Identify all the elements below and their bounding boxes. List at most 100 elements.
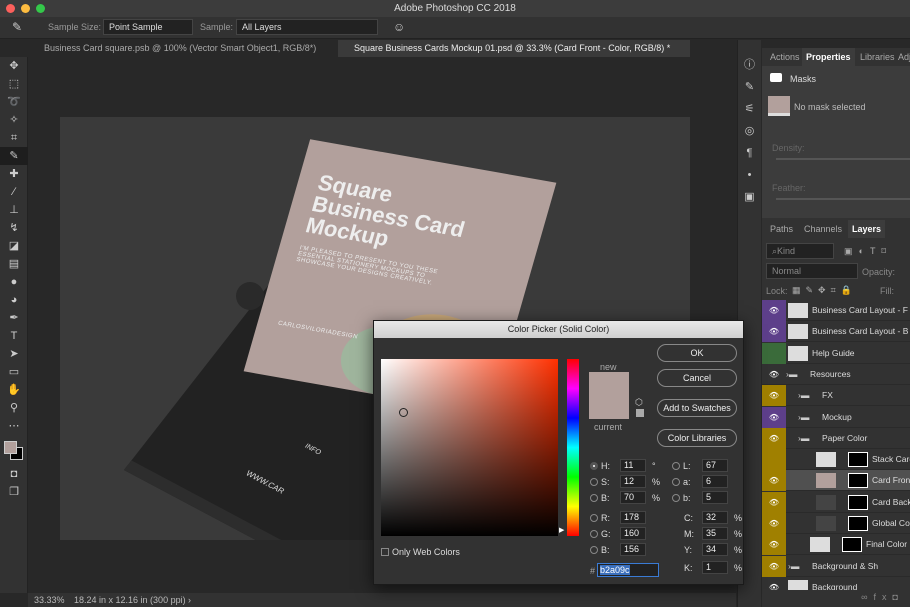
layer-row[interactable]: 👁 Final Color xyxy=(762,534,910,556)
eye-icon[interactable]: 👁 xyxy=(762,321,786,343)
marquee-tool-icon[interactable]: ⬚ xyxy=(0,75,28,93)
layer-row[interactable]: 👁 Card Back xyxy=(762,491,910,513)
sample-size-select[interactable]: Point Sample xyxy=(103,19,193,35)
color-field-cursor[interactable] xyxy=(399,408,408,417)
blend-mode-select[interactable]: Normal xyxy=(766,263,858,279)
folder-icon[interactable]: ›▬ xyxy=(788,561,799,571)
layer-filter-select[interactable]: ⌕Kind xyxy=(766,243,834,259)
feather-slider[interactable] xyxy=(776,198,910,200)
field-label-m[interactable]: M: xyxy=(672,529,694,539)
eye-icon[interactable]: 👁 xyxy=(762,534,786,556)
layer-mask-thumbnail[interactable] xyxy=(848,516,868,531)
magic-wand-tool-icon[interactable]: ✧ xyxy=(0,111,28,129)
field-input-b[interactable]: 70 xyxy=(620,491,646,504)
zoom-window-button[interactable] xyxy=(36,4,45,13)
layer-row[interactable]: 👁 ›▬ Paper Color xyxy=(762,427,910,449)
field-input-r[interactable]: 178 xyxy=(620,511,646,524)
paragraph-icon[interactable]: ¶ xyxy=(738,142,761,164)
field-input-g[interactable]: 160 xyxy=(620,527,646,540)
more-tools-icon[interactable]: ⋯ xyxy=(0,417,28,435)
field-label-h[interactable]: H: xyxy=(590,461,610,471)
rectangle-tool-icon[interactable]: ▭ xyxy=(0,363,28,381)
field-label-l[interactable]: L: xyxy=(672,461,691,471)
eraser-tool-icon[interactable]: ◪ xyxy=(0,237,28,255)
eyedropper-tool-icon[interactable]: ✎ xyxy=(0,147,28,165)
type-tool-icon[interactable]: T xyxy=(0,327,28,345)
sample-select[interactable]: All Layers xyxy=(236,19,378,35)
zoom-level[interactable]: 33.33% xyxy=(34,593,65,607)
field-label-k[interactable]: K: xyxy=(672,563,693,573)
field-input-bv[interactable]: 156 xyxy=(620,543,646,556)
web-safe-swatch[interactable] xyxy=(636,409,644,417)
eye-icon[interactable]: 👁 xyxy=(762,300,786,321)
visibility-toggle[interactable] xyxy=(762,342,786,364)
layer-row[interactable]: 👁 Background xyxy=(762,577,910,590)
foreground-color-swatch[interactable] xyxy=(4,441,17,454)
hex-input[interactable]: b2a09c xyxy=(597,563,659,577)
pen-tool-icon[interactable]: ✒ xyxy=(0,309,28,327)
brush-icon[interactable]: • xyxy=(738,164,761,186)
hue-slider-handle[interactable]: ▶ xyxy=(559,526,564,534)
eye-icon[interactable]: 👁 xyxy=(762,513,786,534)
field-input-b[interactable]: 5 xyxy=(702,491,728,504)
stamp-tool-icon[interactable]: ⊥ xyxy=(0,201,28,219)
density-slider[interactable] xyxy=(776,158,910,160)
path-selection-icon[interactable]: ➤ xyxy=(0,345,28,363)
brush-settings-icon[interactable]: ✎ xyxy=(738,76,761,98)
tab-paths[interactable]: Paths xyxy=(766,220,797,238)
only-web-colors-checkbox[interactable]: Only Web Colors xyxy=(381,547,460,557)
screen-mode-icon[interactable]: ❐ xyxy=(0,483,28,501)
layer-row[interactable]: 👁 Business Card Layout - B xyxy=(762,321,910,343)
field-label-c[interactable]: C: xyxy=(672,513,693,523)
tab-business-card-square[interactable]: Business Card square.psb @ 100% (Vector … xyxy=(28,40,336,57)
layer-row[interactable]: 👁 ›▬ Resources xyxy=(762,364,910,385)
layer-mask-thumbnail[interactable] xyxy=(842,537,862,553)
zoom-tool-icon[interactable]: ⚲ xyxy=(0,399,28,417)
eye-icon[interactable]: 👁 xyxy=(762,427,786,449)
layer-row[interactable]: Stack Card xyxy=(762,449,910,471)
sample-ring-icon[interactable]: ☺ xyxy=(393,20,405,34)
field-label-b[interactable]: b: xyxy=(672,493,691,503)
tab-actions[interactable]: Actions xyxy=(766,48,804,66)
field-label-a[interactable]: a: xyxy=(672,477,691,487)
folder-icon[interactable]: ›▬ xyxy=(798,433,809,443)
layer-mask-thumbnail[interactable] xyxy=(848,452,868,468)
crop-tool-icon[interactable]: ⌗ xyxy=(0,129,28,147)
adjustments-icon[interactable]: ⚟ xyxy=(738,98,761,120)
brush-tool-icon[interactable]: ∕ xyxy=(0,183,28,201)
field-input-s[interactable]: 12 xyxy=(620,475,646,488)
history-brush-icon[interactable]: ↯ xyxy=(0,219,28,237)
tab-channels[interactable]: Channels xyxy=(800,220,846,238)
layer-row[interactable]: 👁 Business Card Layout - F xyxy=(762,300,910,321)
close-window-button[interactable] xyxy=(6,4,15,13)
layer-footer-icons[interactable]: ∞fx◘ xyxy=(762,592,910,607)
field-input-k[interactable]: 1 xyxy=(702,561,728,574)
folder-icon[interactable]: ›▬ xyxy=(798,390,809,400)
eye-icon[interactable]: 👁 xyxy=(762,491,786,513)
tab-mockup[interactable]: Square Business Cards Mockup 01.psd @ 33… xyxy=(338,40,690,57)
eye-icon[interactable]: 👁 xyxy=(762,470,786,492)
field-input-h[interactable]: 11 xyxy=(620,459,646,472)
gradient-tool-icon[interactable]: ▤ xyxy=(0,255,28,273)
folder-icon[interactable]: ›▬ xyxy=(786,369,797,379)
layer-row[interactable]: 👁 ›▬ Mockup xyxy=(762,406,910,428)
hue-slider[interactable] xyxy=(567,359,579,536)
chevron-right-icon[interactable]: › xyxy=(188,593,191,607)
eye-icon[interactable]: 👁 xyxy=(762,577,786,590)
layer-mask-thumbnail[interactable] xyxy=(848,494,868,510)
navigator-icon[interactable]: ▣ xyxy=(738,186,761,208)
field-input-m[interactable]: 35 xyxy=(702,527,728,540)
field-label-y[interactable]: Y: xyxy=(672,545,692,555)
eyedropper-icon[interactable]: ✎ xyxy=(12,20,22,34)
hand-tool-icon[interactable]: ✋ xyxy=(0,381,28,399)
3d-icon[interactable]: ◎ xyxy=(738,120,761,142)
folder-icon[interactable]: ›▬ xyxy=(798,412,809,422)
field-label-bv[interactable]: B: xyxy=(590,545,610,555)
layer-row[interactable]: Help Guide xyxy=(762,342,910,364)
quick-mask-icon[interactable]: ◘ xyxy=(0,465,28,483)
cancel-button[interactable]: Cancel xyxy=(657,369,737,387)
ok-button[interactable]: OK xyxy=(657,344,737,362)
field-label-g[interactable]: G: xyxy=(590,529,611,539)
add-to-swatches-button[interactable]: Add to Swatches xyxy=(657,399,737,417)
minimize-window-button[interactable] xyxy=(21,4,30,13)
